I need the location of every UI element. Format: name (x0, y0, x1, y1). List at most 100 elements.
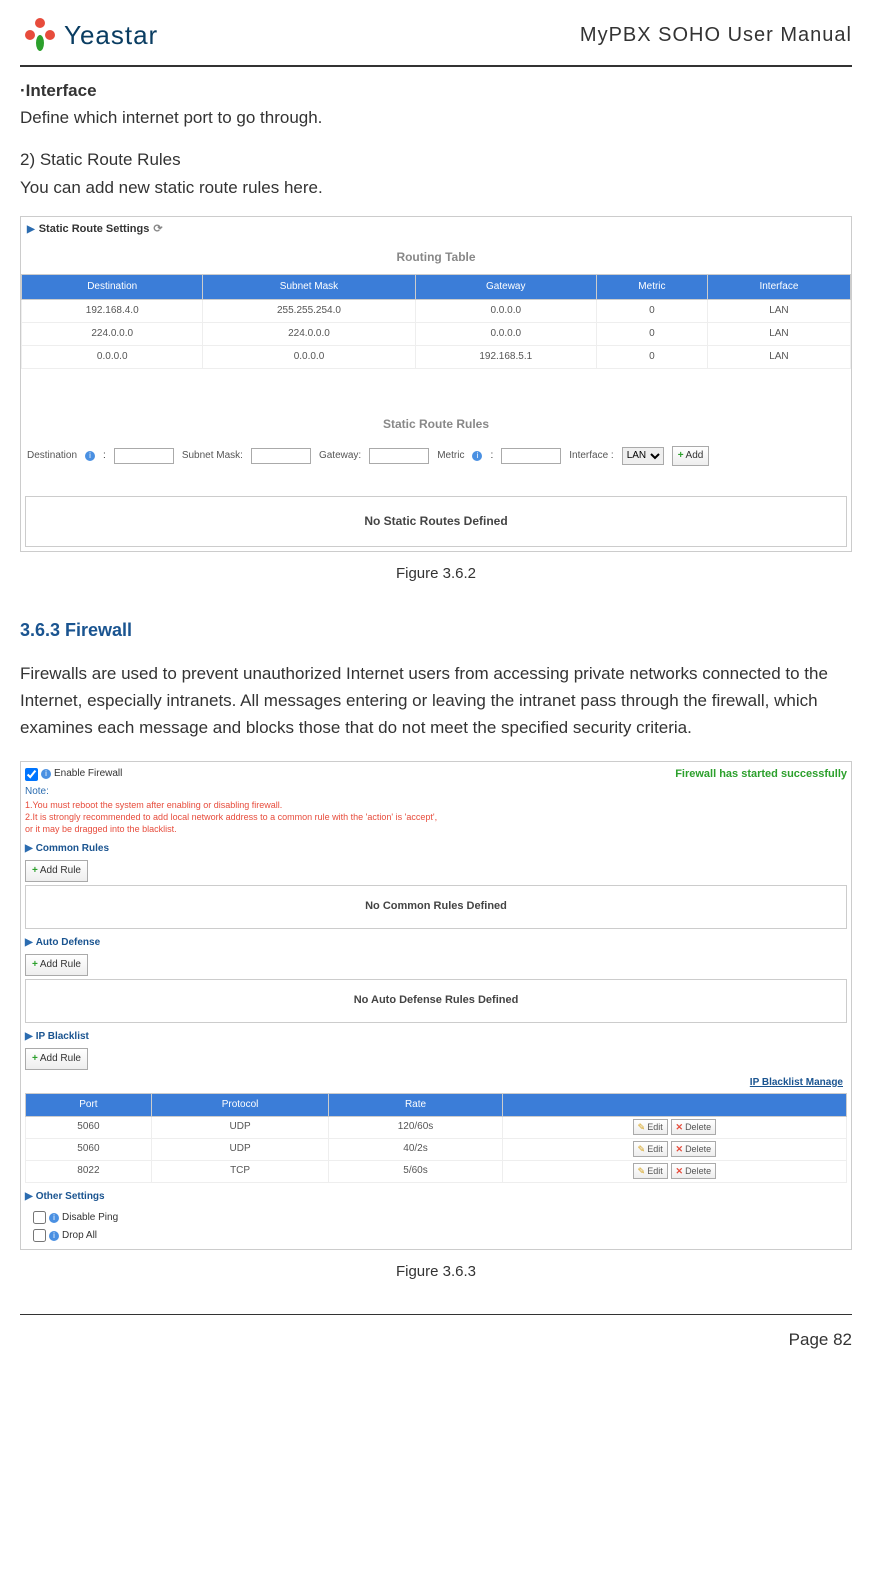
ip-blacklist-header: ▶IP Blacklist (25, 1029, 847, 1045)
metric-input[interactable] (501, 448, 561, 464)
refresh-icon[interactable]: ⟳ (153, 221, 162, 239)
plus-icon: + (678, 448, 684, 464)
delete-button[interactable]: ✕Delete (671, 1141, 717, 1157)
arrow-icon: ▶ (25, 1189, 33, 1205)
info-icon[interactable]: i (41, 769, 51, 779)
gateway-label: Gateway: (319, 448, 361, 464)
col-destination: Destination (22, 274, 203, 299)
plus-icon: + (32, 863, 38, 879)
delete-icon: ✕ (676, 1164, 684, 1178)
page-footer: Page 82 (20, 1314, 852, 1350)
page-header: Yeastar MyPBX SOHO User Manual (20, 15, 852, 67)
no-auto-defense: No Auto Defense Rules Defined (25, 979, 847, 1023)
edit-icon: ✎ (638, 1164, 646, 1178)
add-rule-button[interactable]: +Add Rule (25, 954, 88, 976)
static-route-desc: You can add new static route rules here. (20, 174, 852, 201)
disable-ping-checkbox[interactable] (33, 1211, 46, 1224)
figure-caption-1: Figure 3.6.2 (20, 562, 852, 586)
table-row: 5060 UDP 120/60s ✎Edit ✕Delete (26, 1116, 847, 1138)
no-routes-message: No Static Routes Defined (25, 496, 847, 547)
content-body: ·Interface Define which internet port to… (20, 77, 852, 1284)
note-label: Note: (25, 784, 437, 800)
common-rules-header: ▶Common Rules (25, 841, 847, 857)
delete-button[interactable]: ✕Delete (671, 1119, 717, 1135)
info-icon[interactable]: i (85, 451, 95, 461)
ip-blacklist-table: Port Protocol Rate 5060 UDP 120/60s ✎Edi… (25, 1093, 847, 1183)
static-route-form: Destinationi: Subnet Mask: Gateway: Metr… (21, 440, 851, 472)
ip-blacklist-manage-link[interactable]: IP Blacklist Manage (25, 1073, 847, 1093)
interface-heading: ·Interface (20, 77, 852, 104)
table-row: 5060 UDP 40/2s ✎Edit ✕Delete (26, 1138, 847, 1160)
col-rate: Rate (329, 1093, 503, 1116)
gateway-input[interactable] (369, 448, 429, 464)
interface-select[interactable]: LAN (622, 447, 664, 465)
col-gateway: Gateway (415, 274, 596, 299)
table-row: 8022 TCP 5/60s ✎Edit ✕Delete (26, 1160, 847, 1182)
interface-desc: Define which internet port to go through… (20, 104, 852, 131)
auto-defense-header: ▶Auto Defense (25, 935, 847, 951)
col-interface: Interface (707, 274, 850, 299)
delete-icon: ✕ (676, 1142, 684, 1156)
firewall-screenshot: i Enable Firewall Note: 1.You must reboo… (20, 761, 852, 1249)
edit-button[interactable]: ✎Edit (633, 1163, 668, 1179)
destination-input[interactable] (114, 448, 174, 464)
document-title: MyPBX SOHO User Manual (580, 24, 852, 47)
destination-label: Destination (27, 448, 77, 464)
col-protocol: Protocol (151, 1093, 328, 1116)
other-settings-header: ▶Other Settings (25, 1189, 847, 1205)
edit-button[interactable]: ✎Edit (633, 1141, 668, 1157)
edit-icon: ✎ (638, 1142, 646, 1156)
delete-button[interactable]: ✕Delete (671, 1163, 717, 1179)
no-common-rules: No Common Rules Defined (25, 885, 847, 929)
note-line-2: 2.It is strongly recommended to add loca… (25, 812, 437, 824)
subnet-input[interactable] (251, 448, 311, 464)
col-subnet: Subnet Mask (203, 274, 415, 299)
arrow-icon: ▶ (25, 935, 33, 951)
col-actions (502, 1093, 846, 1116)
figure-caption-2: Figure 3.6.3 (20, 1260, 852, 1284)
plus-icon: + (32, 957, 38, 973)
add-rule-button[interactable]: +Add Rule (25, 860, 88, 882)
page-number: Page 82 (789, 1330, 852, 1349)
note-line-1: 1.You must reboot the system after enabl… (25, 800, 437, 812)
panel-header: ▶ Static Route Settings ⟳ (21, 217, 851, 243)
table-row: 0.0.0.0 0.0.0.0 192.168.5.1 0 LAN (22, 345, 851, 368)
col-port: Port (26, 1093, 152, 1116)
logo: Yeastar (20, 15, 158, 55)
firewall-desc: Firewalls are used to prevent unauthoriz… (20, 660, 852, 742)
add-rule-button[interactable]: +Add Rule (25, 1048, 88, 1070)
edit-icon: ✎ (638, 1120, 646, 1134)
table-row: 224.0.0.0 224.0.0.0 0.0.0.0 0 LAN (22, 322, 851, 345)
info-icon[interactable]: i (49, 1213, 59, 1223)
table-row: 192.168.4.0 255.255.254.0 0.0.0.0 0 LAN (22, 299, 851, 322)
note-line-3: or it may be dragged into the blacklist. (25, 824, 437, 836)
static-route-screenshot: ▶ Static Route Settings ⟳ Routing Table … (20, 216, 852, 552)
disable-ping-row: i Disable Ping (25, 1209, 847, 1227)
drop-all-label: Drop All (62, 1228, 97, 1244)
routing-table: Destination Subnet Mask Gateway Metric I… (21, 274, 851, 369)
metric-label: Metric (437, 448, 464, 464)
panel-title: Static Route Settings (39, 221, 150, 239)
routing-table-title: Routing Table (21, 242, 851, 273)
delete-icon: ✕ (676, 1120, 684, 1134)
info-icon[interactable]: i (49, 1231, 59, 1241)
static-rules-title: Static Route Rules (21, 409, 851, 440)
firewall-section-title: 3.6.3 Firewall (20, 616, 852, 645)
arrow-icon: ▶ (27, 222, 35, 238)
drop-all-row: i Drop All (25, 1227, 847, 1245)
col-metric: Metric (596, 274, 707, 299)
enable-firewall-row: i Enable Firewall (25, 766, 437, 782)
arrow-icon: ▶ (25, 841, 33, 857)
edit-button[interactable]: ✎Edit (633, 1119, 668, 1135)
firewall-status: Firewall has started successfully (675, 766, 847, 835)
drop-all-checkbox[interactable] (33, 1229, 46, 1242)
logo-text: Yeastar (64, 20, 158, 51)
enable-firewall-label: Enable Firewall (54, 766, 122, 782)
enable-firewall-checkbox[interactable] (25, 768, 38, 781)
info-icon[interactable]: i (472, 451, 482, 461)
subnet-label: Subnet Mask: (182, 448, 243, 464)
add-button[interactable]: +Add (672, 446, 710, 466)
plus-icon: + (32, 1051, 38, 1067)
logo-icon (20, 15, 60, 55)
arrow-icon: ▶ (25, 1029, 33, 1045)
